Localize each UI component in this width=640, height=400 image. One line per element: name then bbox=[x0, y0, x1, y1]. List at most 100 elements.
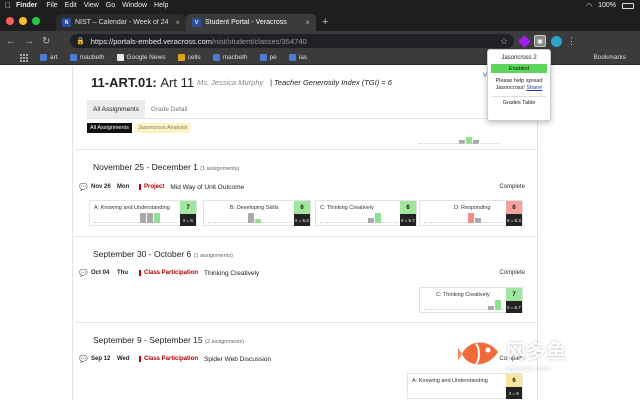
bookmark-label: Google News bbox=[126, 54, 166, 61]
section-divider bbox=[75, 236, 537, 237]
menu-app-finder[interactable]: Finder bbox=[16, 2, 46, 9]
filter-all-assignments[interactable]: All Assignments bbox=[87, 123, 132, 133]
bookmark-favicon-icon bbox=[288, 54, 296, 61]
zoom-window-button[interactable] bbox=[32, 17, 40, 25]
popup-message: Please help spread Jasoncross! Share! bbox=[488, 78, 550, 92]
diamond-extension-icon[interactable] bbox=[518, 34, 531, 48]
bookmark-cells[interactable]: cells bbox=[177, 54, 201, 61]
week-count: (2 assignments) bbox=[205, 339, 245, 345]
criterion-score: 6 bbox=[294, 201, 310, 214]
baseline bbox=[94, 222, 178, 223]
apple-icon[interactable]:  bbox=[0, 1, 16, 10]
bookmark-art[interactable]: art bbox=[40, 54, 58, 61]
share-link[interactable]: Share! bbox=[526, 85, 542, 91]
popup-message-line: Jasoncross! Share! bbox=[488, 85, 550, 92]
fish-logo-icon bbox=[458, 342, 498, 365]
enabled-toggle[interactable]: Enabled bbox=[491, 64, 547, 73]
minimize-window-button[interactable] bbox=[19, 17, 27, 25]
comment-icon[interactable]: 💬 bbox=[79, 269, 91, 277]
filter-pills: All Assignments Jasoncross Analysis bbox=[87, 123, 191, 133]
back-icon[interactable]: ← bbox=[6, 36, 16, 47]
tab-title: NIST – Calendar - Week of 24 bbox=[75, 19, 169, 26]
address-bar[interactable]: 🔒 https://portals-embed.veracross.com /n… bbox=[70, 34, 514, 48]
assignment-row[interactable]: 💬 Nov 26 Mon Project Mid Way of Unit Out… bbox=[79, 181, 525, 193]
baseline bbox=[424, 222, 504, 223]
assignment-name[interactable]: Spider Web Discussion bbox=[204, 356, 271, 363]
battery-percent: 100% bbox=[598, 2, 616, 9]
criterion-card-b: B: Developing Skills 6 x̄ = 5.3 bbox=[203, 200, 311, 226]
week-heading: November 25 - December 1 (1 assignments) bbox=[93, 162, 239, 172]
criterion-label: B: Developing Skills bbox=[230, 205, 279, 211]
other-bookmarks[interactable]: Bookmarks bbox=[593, 54, 626, 61]
profile-avatar-icon[interactable] bbox=[551, 35, 562, 47]
wifi-icon[interactable]: ◠ bbox=[586, 2, 592, 10]
menu-help[interactable]: Help bbox=[154, 2, 175, 9]
bar bbox=[368, 218, 374, 223]
baseline bbox=[419, 143, 499, 144]
menu-window[interactable]: Window bbox=[122, 2, 154, 9]
filter-jasoncross-analysis[interactable]: Jasoncross Analysis bbox=[134, 123, 191, 133]
more-menu-icon[interactable]: ⋮ bbox=[567, 36, 576, 47]
apps-grid-icon[interactable] bbox=[20, 53, 28, 62]
distribution-bars bbox=[140, 213, 160, 223]
bar bbox=[375, 213, 381, 223]
veracross-favicon-icon: V bbox=[192, 18, 201, 27]
bookmark-google-news[interactable]: Google News bbox=[116, 54, 166, 61]
close-tab-icon[interactable]: × bbox=[175, 18, 180, 27]
assignment-row[interactable]: 💬 Oct 04 Thu Class Participation Thinkin… bbox=[79, 267, 525, 279]
menu-status-area: ◠ 100% bbox=[586, 2, 640, 10]
bookmark-macbeth[interactable]: macbeth bbox=[69, 54, 105, 61]
menu-go[interactable]: Go bbox=[106, 2, 122, 9]
close-tab-icon[interactable]: × bbox=[305, 18, 310, 27]
tab-title: Student Portal - Veracross bbox=[205, 19, 287, 26]
grades-table-button[interactable]: Grades Table bbox=[488, 100, 550, 106]
comment-icon[interactable]: 💬 bbox=[79, 355, 91, 363]
assignment-name[interactable]: Thinking Creatively bbox=[204, 270, 259, 277]
menu-view[interactable]: View bbox=[84, 2, 106, 9]
popup-title: Jasoncross 2 bbox=[501, 55, 537, 61]
bar bbox=[255, 219, 261, 223]
bookmark-ias[interactable]: ias bbox=[288, 54, 307, 61]
week-title: September 9 - September 15 bbox=[93, 335, 203, 345]
criterion-label: C: Thinking Creatively bbox=[320, 205, 374, 211]
tab-nist-calendar[interactable]: N NIST – Calendar - Week of 24 × bbox=[56, 14, 186, 31]
nist-favicon-icon: N bbox=[62, 18, 71, 27]
menu-edit[interactable]: Edit bbox=[65, 2, 84, 9]
forward-icon[interactable]: → bbox=[24, 36, 34, 47]
bookmark-favicon-icon bbox=[212, 54, 220, 61]
tab-grade-detail[interactable]: Grade Detail bbox=[145, 100, 194, 119]
bar bbox=[475, 218, 481, 223]
teacher-generosity-index: | Teacher Generosity Index (TGI) = 6 bbox=[270, 78, 392, 87]
criterion-average: x̄ = 6.7 bbox=[506, 301, 522, 313]
criterion-average: x̄ = 5.3 bbox=[294, 214, 310, 226]
bookmark-macbeth-2[interactable]: macbeth bbox=[212, 54, 248, 61]
assignment-status: Complete bbox=[499, 270, 525, 276]
popup-divider bbox=[492, 96, 546, 97]
assignment-name[interactable]: Mid Way of Unit Outcome bbox=[170, 184, 244, 191]
star-icon[interactable]: ☆ bbox=[500, 36, 508, 47]
distribution-bars bbox=[468, 213, 481, 223]
tab-all-assignments[interactable]: All Assignments bbox=[87, 100, 145, 119]
popup-message-line: Please help spread bbox=[495, 78, 543, 84]
jasoncross-extension-icon[interactable]: ▣ bbox=[534, 35, 546, 47]
reload-icon[interactable]: ↻ bbox=[42, 36, 50, 47]
bar bbox=[140, 213, 146, 223]
battery-icon[interactable] bbox=[622, 2, 634, 9]
class-name: Art 11 bbox=[160, 75, 195, 90]
browser-tab-strip: N NIST – Calendar - Week of 24 × V Stude… bbox=[0, 11, 640, 31]
lock-icon[interactable]: 🔒 bbox=[76, 37, 85, 45]
bookmark-label: macbeth bbox=[79, 54, 105, 61]
assignment-status: Complete bbox=[499, 184, 525, 190]
close-window-button[interactable] bbox=[6, 17, 14, 25]
distribution-bars bbox=[488, 300, 501, 310]
menu-file[interactable]: File bbox=[46, 2, 64, 9]
comment-icon[interactable]: 💬 bbox=[79, 183, 91, 191]
bookmark-label: art bbox=[50, 54, 58, 61]
new-tab-icon[interactable]: + bbox=[322, 16, 328, 28]
bar bbox=[495, 300, 501, 310]
section-divider bbox=[75, 322, 537, 323]
week-title: November 25 - December 1 bbox=[93, 162, 198, 172]
tab-student-portal[interactable]: V Student Portal - Veracross × bbox=[186, 14, 316, 31]
bookmark-pe[interactable]: pe bbox=[259, 54, 277, 61]
page-title: 11-ART.01: Art 11 bbox=[91, 75, 194, 90]
